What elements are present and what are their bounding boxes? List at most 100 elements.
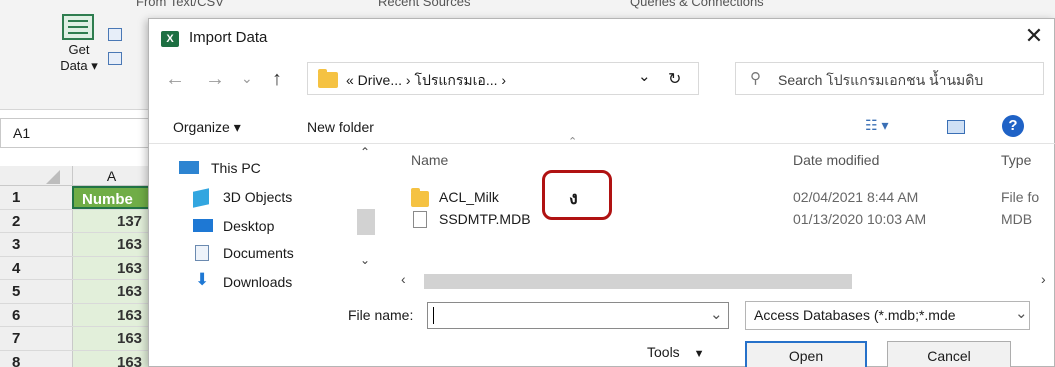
close-button[interactable]: ✕ — [1021, 25, 1047, 49]
back-arrow-icon[interactable]: ← — [165, 69, 185, 89]
column-name[interactable]: Name — [411, 152, 448, 168]
row-number[interactable]: 3 — [0, 233, 72, 256]
file-type-select[interactable]: Access Databases (*.mdb;*.mde — [745, 301, 1030, 330]
table-cell[interactable]: Numbe — [72, 186, 150, 209]
search-input[interactable]: Search โปรแกรมเอกชน น้ำนมดิบ — [778, 70, 983, 92]
row-number[interactable]: 1 — [0, 186, 72, 209]
ribbon-top-strip: From Text/CSV Recent Sources Queries & C… — [120, 0, 1055, 14]
row-number[interactable]: 4 — [0, 256, 72, 279]
nav-scrollbar-thumb[interactable] — [357, 209, 375, 235]
from-table-icon[interactable] — [108, 52, 122, 65]
refresh-icon[interactable]: ↻ — [668, 69, 681, 89]
tools-button[interactable]: Tools ▼ — [647, 344, 704, 360]
queries-connections-button[interactable]: Queries & Connections — [630, 0, 764, 9]
tools-label: Tools — [647, 344, 680, 360]
table-cell[interactable]: 163 — [72, 350, 150, 367]
table-row: 1 Numbe — [0, 186, 150, 210]
file-type: File fo — [1001, 189, 1040, 205]
file-name-dropdown-icon[interactable]: ⌄ — [710, 305, 723, 323]
forward-arrow-icon[interactable]: → — [205, 69, 225, 89]
table-row: 2 137 — [0, 209, 150, 233]
dialog-title: Import Data — [189, 29, 268, 46]
sheet-rows: 1 Numbe 2 137 3 163 4 163 5 163 6 163 7 … — [0, 186, 150, 367]
nav-scroll-down-icon[interactable]: ⌄ — [360, 253, 370, 267]
address-dropdown-icon[interactable]: ⌄ — [638, 67, 651, 85]
table-row: 6 163 — [0, 303, 150, 327]
from-web-icon[interactable] — [108, 28, 122, 41]
column-date-modified[interactable]: Date modified — [793, 152, 879, 168]
nav-item-downloads[interactable]: Downloads — [223, 274, 292, 290]
from-text-csv-button[interactable]: From Text/CSV — [136, 0, 224, 9]
table-cell[interactable]: 137 — [72, 209, 150, 232]
folder-icon — [318, 69, 338, 88]
table-cell[interactable]: 163 — [72, 303, 150, 326]
help-icon[interactable]: ? — [1002, 115, 1024, 137]
annotation-highlight: ง — [542, 170, 612, 220]
list-item[interactable]: ACL_Milk 02/04/2021 8:44 AM File fo — [411, 187, 1051, 209]
import-data-dialog: X Import Data ✕ ← → ⌄ ↑ « Drive... › โปร… — [148, 18, 1055, 367]
cube-icon — [193, 188, 209, 208]
recent-locations-chevron-icon[interactable]: ⌄ — [241, 68, 253, 88]
organize-button[interactable]: Organize ▾ — [173, 119, 241, 136]
row-number[interactable]: 2 — [0, 209, 72, 232]
column-header-a[interactable]: A — [72, 166, 150, 186]
new-folder-button[interactable]: New folder — [307, 119, 374, 135]
open-button[interactable]: Open — [745, 341, 867, 367]
table-cell[interactable]: 163 — [72, 327, 150, 350]
search-box[interactable]: ⚲ Search โปรแกรมเอกชน น้ำนมดิบ — [735, 62, 1044, 95]
preview-pane-icon[interactable] — [947, 120, 965, 134]
table-row: 8 163 — [0, 350, 150, 367]
excel-icon: X — [161, 31, 179, 47]
file-type-value: Access Databases (*.mdb;*.mde — [754, 307, 956, 323]
table-cell[interactable]: 163 — [72, 233, 150, 256]
cancel-button[interactable]: Cancel — [887, 341, 1011, 367]
file-name: SSDMTP.MDB — [439, 211, 531, 227]
documents-icon — [195, 245, 209, 261]
table-row: 5 163 — [0, 280, 150, 304]
breadcrumb[interactable]: « Drive... › โปรแกรมเอ... › — [346, 70, 506, 92]
nav-item-desktop[interactable]: Desktop — [223, 218, 274, 234]
view-options-icon[interactable]: ☷ ▾ — [865, 117, 888, 134]
tools-dropdown-icon: ▼ — [693, 348, 705, 360]
nav-scroll-up-icon[interactable]: ⌃ — [360, 145, 370, 159]
horizontal-scrollbar-thumb[interactable] — [424, 274, 852, 289]
sort-indicator-icon: ⌃ — [568, 136, 578, 148]
file-date: 02/04/2021 8:44 AM — [793, 189, 919, 205]
row-number[interactable]: 6 — [0, 303, 72, 326]
nav-item-3d-objects[interactable]: 3D Objects — [223, 189, 292, 205]
column-type[interactable]: Type — [1001, 152, 1031, 168]
search-icon: ⚲ — [750, 70, 761, 87]
nav-item-documents[interactable]: Documents — [223, 245, 294, 261]
scroll-right-icon[interactable]: › — [1041, 271, 1046, 287]
row-number[interactable]: 5 — [0, 280, 72, 303]
table-row: 3 163 — [0, 233, 150, 257]
file-name: ACL_Milk — [439, 189, 499, 205]
scroll-left-icon[interactable]: ‹ — [401, 271, 406, 287]
row-number[interactable]: 8 — [0, 350, 72, 367]
recent-sources-button[interactable]: Recent Sources — [378, 0, 471, 9]
table-cell[interactable]: 163 — [72, 280, 150, 303]
table-row: 4 163 — [0, 256, 150, 280]
folder-icon — [411, 188, 429, 207]
navigation-pane: This PC 3D Objects Desktop Documents ⬇ D… — [149, 144, 391, 297]
table-row: 7 163 — [0, 327, 150, 351]
file-type-dropdown-icon[interactable]: ⌄ — [1015, 304, 1028, 322]
get-data-label: Get — [68, 42, 90, 57]
address-bar[interactable]: « Drive... › โปรแกรมเอ... › ⌄ ↻ — [307, 62, 699, 95]
file-date: 01/13/2020 10:03 AM — [793, 211, 927, 227]
get-data-button[interactable]: Get Data ▾ — [48, 42, 110, 74]
name-box[interactable]: A1 — [0, 118, 150, 148]
up-arrow-icon[interactable]: ↑ — [272, 69, 282, 89]
select-all-corner[interactable] — [46, 170, 60, 184]
row-number[interactable]: 7 — [0, 327, 72, 350]
file-name-input[interactable]: ⌄ — [427, 302, 729, 329]
file-type: MDB — [1001, 211, 1033, 227]
get-data-icon[interactable] — [62, 14, 94, 40]
nav-item-this-pc[interactable]: This PC — [211, 160, 261, 176]
table-cell[interactable]: 163 — [72, 256, 150, 279]
download-icon: ⬇ — [195, 270, 210, 289]
file-name-label: File name: — [348, 307, 414, 323]
get-data-label-2: Data ▾ — [60, 58, 98, 73]
annotation-mark: ง — [569, 188, 578, 208]
list-item[interactable]: SSDMTP.MDB 01/13/2020 10:03 AM MDB — [411, 209, 1051, 231]
